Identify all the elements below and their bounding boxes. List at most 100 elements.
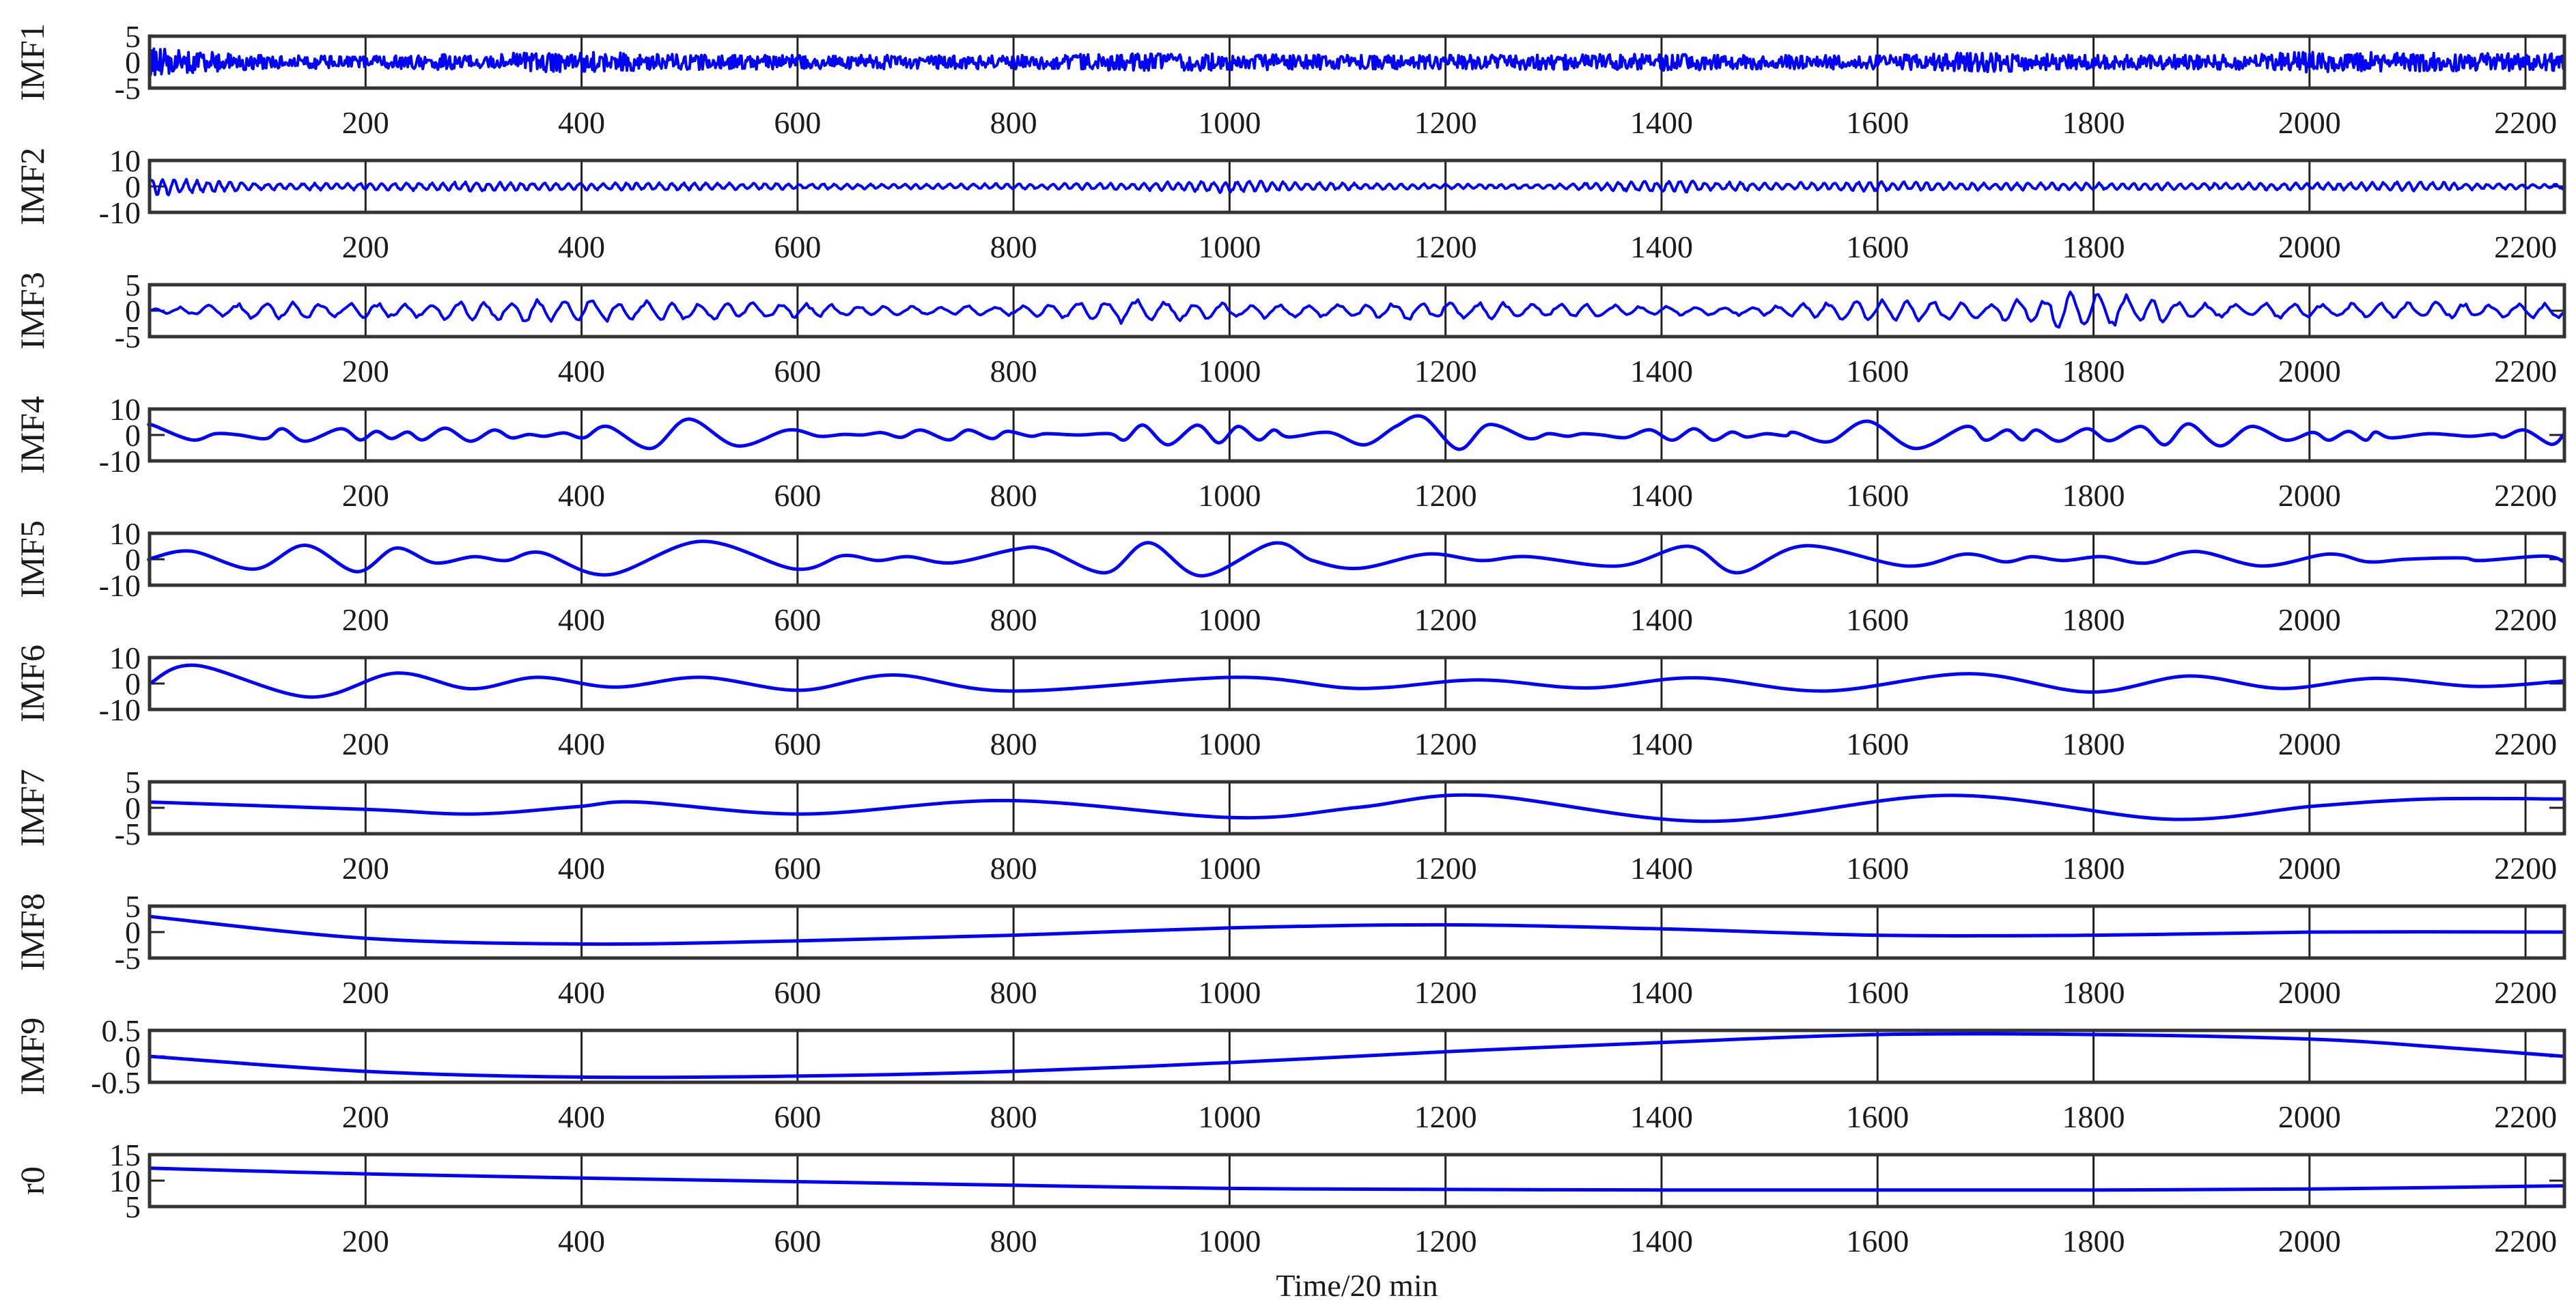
y-tick-label: -5 [115, 941, 141, 976]
x-tick-label: 1000 [1198, 105, 1261, 140]
y-tick-label: -5 [115, 817, 141, 851]
x-tick-label: 1600 [1846, 478, 1909, 513]
x-tick-label: 1000 [1198, 354, 1261, 389]
y-tick-label: -10 [99, 692, 141, 727]
y-axis-label: r0 [13, 1166, 51, 1195]
x-tick-label: 1600 [1846, 1224, 1909, 1258]
x-tick-label: 1400 [1630, 1099, 1693, 1134]
x-tick-label: 400 [558, 105, 605, 140]
x-tick-label: 1800 [2062, 1099, 2125, 1134]
x-tick-label: 800 [990, 478, 1037, 513]
x-tick-label: 1600 [1846, 602, 1909, 637]
y-axis-label: IMF5 [13, 520, 51, 598]
x-tick-label: 2200 [2494, 851, 2557, 886]
x-tick-label: 2000 [2278, 478, 2341, 513]
x-tick-label: 1600 [1846, 975, 1909, 1010]
y-axis-label: IMF1 [13, 23, 51, 101]
y-tick-label: -10 [99, 568, 141, 603]
y-axis-label: IMF3 [13, 272, 51, 350]
y-tick-label: -5 [115, 71, 141, 106]
x-tick-label: 1200 [1414, 229, 1477, 264]
x-tick-label: 400 [558, 1099, 605, 1134]
x-tick-label: 1000 [1198, 602, 1261, 637]
y-axis-label: IMF9 [13, 1017, 51, 1095]
x-tick-label: 200 [342, 478, 389, 513]
y-axis-label: IMF6 [13, 645, 51, 722]
imf-decomposition-figure: 200 400 600 800 1000 1200 1400 1600 1800 2000 2200… [0, 0, 2576, 1309]
x-tick-label: 800 [990, 1099, 1037, 1134]
x-tick-label: 1000 [1198, 1099, 1261, 1134]
x-tick-label: 2200 [2494, 229, 2557, 264]
x-tick-label: 1400 [1630, 851, 1693, 886]
y-axis-label: IMF8 [13, 893, 51, 971]
x-tick-label: 200 [342, 105, 389, 140]
y-axis-label: IMF7 [13, 769, 51, 847]
x-tick-label: 200 [342, 1099, 389, 1134]
x-tick-label: 1800 [2062, 354, 2125, 389]
x-tick-label: 2000 [2278, 354, 2341, 389]
x-tick-label: 2200 [2494, 354, 2557, 389]
x-tick-label: 600 [774, 478, 821, 513]
x-tick-label: 600 [774, 229, 821, 264]
x-tick-label: 1800 [2062, 602, 2125, 637]
x-tick-label: 2000 [2278, 727, 2341, 761]
x-tick-label: 600 [774, 354, 821, 389]
x-tick-label: 1800 [2062, 229, 2125, 264]
x-tick-label: 400 [558, 354, 605, 389]
x-tick-label: 2200 [2494, 478, 2557, 513]
x-tick-label: 400 [558, 1224, 605, 1258]
x-tick-label: 1200 [1414, 851, 1477, 886]
x-tick-label: 800 [990, 1224, 1037, 1258]
x-tick-label: 600 [774, 727, 821, 761]
x-tick-label: 1000 [1198, 851, 1261, 886]
x-tick-label: 2000 [2278, 105, 2341, 140]
x-tick-label: 400 [558, 851, 605, 886]
x-tick-label: 400 [558, 478, 605, 513]
x-tick-label: 1800 [2062, 478, 2125, 513]
x-tick-label: 800 [990, 229, 1037, 264]
x-tick-label: 1200 [1414, 1099, 1477, 1134]
x-tick-label: 1000 [1198, 229, 1261, 264]
x-tick-label: 1000 [1198, 1224, 1261, 1258]
x-tick-label: 600 [774, 975, 821, 1010]
x-tick-label: 800 [990, 975, 1037, 1010]
x-tick-label: 2200 [2494, 727, 2557, 761]
y-tick-label: 5 [125, 1190, 141, 1224]
x-tick-label: 2000 [2278, 1224, 2341, 1258]
x-tick-label: 1200 [1414, 478, 1477, 513]
x-tick-label: 2000 [2278, 229, 2341, 264]
x-tick-label: 1600 [1846, 229, 1909, 264]
x-tick-label: 1000 [1198, 727, 1261, 761]
x-tick-label: 1800 [2062, 851, 2125, 886]
x-tick-label: 1600 [1846, 354, 1909, 389]
x-tick-label: 600 [774, 1224, 821, 1258]
x-tick-label: 1000 [1198, 478, 1261, 513]
x-tick-label: 1200 [1414, 105, 1477, 140]
x-tick-label: 800 [990, 851, 1037, 886]
x-tick-label: 1600 [1846, 1099, 1909, 1134]
x-tick-label: 200 [342, 354, 389, 389]
x-tick-label: 200 [342, 851, 389, 886]
y-tick-label: -10 [99, 195, 141, 230]
x-tick-label: 1600 [1846, 851, 1909, 886]
x-tick-label: 2000 [2278, 851, 2341, 886]
x-tick-label: 1400 [1630, 975, 1693, 1010]
x-tick-label: 1400 [1630, 229, 1693, 264]
x-tick-label: 600 [774, 105, 821, 140]
x-tick-label: 1800 [2062, 975, 2125, 1010]
x-tick-label: 800 [990, 105, 1037, 140]
x-tick-label: 400 [558, 727, 605, 761]
x-tick-label: 800 [990, 602, 1037, 637]
x-tick-label: 1800 [2062, 727, 2125, 761]
x-tick-label: 2200 [2494, 602, 2557, 637]
x-tick-label: 1200 [1414, 727, 1477, 761]
x-tick-label: 1600 [1846, 727, 1909, 761]
y-tick-label: -5 [115, 320, 141, 354]
x-tick-label: 400 [558, 229, 605, 264]
x-tick-label: 600 [774, 602, 821, 637]
x-tick-label: 1400 [1630, 105, 1693, 140]
x-tick-label: 400 [558, 975, 605, 1010]
x-tick-label: 1400 [1630, 602, 1693, 637]
x-tick-label: 1000 [1198, 975, 1261, 1010]
x-tick-label: 1200 [1414, 975, 1477, 1010]
